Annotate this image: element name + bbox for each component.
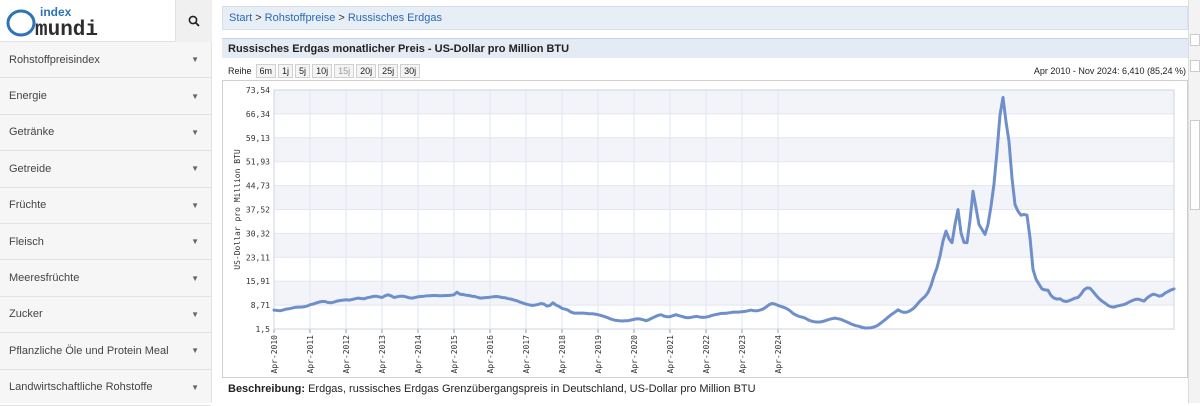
x-tick-label: Apr-2021: [666, 335, 675, 374]
y-tick-label: 23,11: [246, 253, 270, 262]
y-tick-label: 8,71: [251, 301, 270, 310]
sidebar-item[interactable]: Zucker ▼: [0, 297, 211, 334]
logo-top-text: index: [40, 5, 72, 19]
x-tick-label: Apr-2016: [486, 335, 495, 374]
sidebar-item[interactable]: Pflanzliche Öle und Protein Meal ▼: [0, 333, 211, 370]
range-button[interactable]: 25j: [378, 64, 399, 78]
y-axis-label: US-Dollar pro Million BTU: [233, 149, 242, 270]
sidebar-item-label: Energie: [9, 90, 47, 103]
chevron-down-icon: ▼: [191, 55, 199, 65]
x-tick-label: Apr-2019: [594, 335, 603, 374]
range-selector: Reihe 6m 1j 5j 10j 15j 20j 25j 30j: [228, 64, 422, 78]
range-button[interactable]: 1j: [278, 64, 294, 78]
sidebar-nav: Rohstoffpreisindex ▼ Energie ▼ Getränke ▼ Getr…: [0, 42, 211, 406]
breadcrumb-separator: >: [255, 12, 262, 24]
sidebar-item-label: Fleisch: [9, 235, 44, 248]
sidebar-item[interactable]: Getränke ▼: [0, 115, 211, 152]
y-tick-label: 1,5: [256, 325, 271, 334]
breadcrumb-current[interactable]: Russisches Erdgas: [348, 12, 442, 24]
search-button[interactable]: [175, 0, 212, 42]
x-tick-label: Apr-2015: [450, 335, 459, 374]
sidebar-item[interactable]: Fleisch ▼: [0, 224, 211, 261]
logo-bottom-text: mundi: [35, 19, 98, 38]
sidebar-item-label: Früchte: [9, 199, 47, 212]
chevron-down-icon: ▼: [191, 273, 199, 283]
x-tick-label: Apr-2010: [270, 335, 279, 374]
range-button[interactable]: 30j: [400, 64, 421, 78]
x-tick-label: Apr-2020: [630, 335, 639, 374]
scroll-thumb[interactable]: [1190, 120, 1200, 210]
y-tick-label: 73,54: [246, 86, 270, 95]
breadcrumb-separator: >: [338, 12, 345, 24]
y-tick-label: 66,34: [246, 110, 270, 119]
grid-band: [274, 185, 1174, 210]
range-button[interactable]: 5j: [295, 64, 311, 78]
sidebar-item-label: Rohstoffpreisindex: [9, 53, 100, 66]
x-tick-label: Apr-2011: [306, 335, 315, 374]
breadcrumb: Start > Rohstoffpreise > Russisches Erdg…: [222, 6, 1188, 30]
sidebar-item-label: Zucker: [9, 308, 43, 321]
grid-band: [274, 233, 1174, 258]
search-icon: [188, 15, 200, 27]
sidebar-item[interactable]: Früchte ▼: [0, 188, 211, 224]
x-tick-label: Apr-2014: [414, 335, 423, 374]
period-summary: Apr 2010 - Nov 2024: 6,410 (85,24 %): [1033, 66, 1186, 76]
sidebar-item-label: Pflanzliche Öle und Protein Meal: [9, 344, 169, 357]
y-tick-label: 30,32: [246, 229, 270, 238]
range-button[interactable]: 15j: [334, 64, 355, 78]
x-tick-label: Apr-2017: [522, 335, 531, 374]
y-tick-label: 15,91: [246, 277, 270, 286]
chevron-down-icon: ▼: [191, 200, 199, 210]
chevron-down-icon: ▼: [191, 382, 199, 392]
grid-band: [274, 137, 1174, 162]
x-tick-label: Apr-2012: [342, 335, 351, 374]
main-content: Start > Rohstoffpreise > Russisches Erdg…: [222, 0, 1188, 403]
sidebar-item-label: Getreide: [9, 162, 52, 175]
chart-title: Russisches Erdgas monatlicher Preis - US…: [222, 38, 1188, 58]
chevron-down-icon: ▼: [191, 91, 199, 101]
price-chart: 1,5 8,71 15,91 23,11 30,32 37,52 44,73 51,93 59,…: [222, 80, 1188, 378]
scroll-widget[interactable]: [1190, 34, 1200, 46]
price-chart-svg: 1,5 8,71 15,91 23,11 30,32 37,52 44,73 51,93 59,…: [233, 86, 1176, 374]
chevron-down-icon: ▼: [191, 309, 199, 319]
indexmundi-logo[interactable]: index mundi: [6, 4, 116, 38]
sidebar-item[interactable]: Getreide ▼: [0, 151, 211, 188]
x-tick-label: Apr-2022: [702, 335, 711, 374]
chevron-down-icon: ▼: [191, 164, 199, 174]
right-scrollbar[interactable]: [1188, 0, 1200, 403]
range-button[interactable]: 10j: [312, 64, 333, 78]
sidebar-item-label: Meeresfrüchte: [9, 272, 80, 285]
sidebar-item[interactable]: Energie ▼: [0, 78, 211, 115]
sidebar-item-label: Landwirtschaftliche Rohstoffe: [9, 381, 153, 394]
sidebar: index mundi Rohstoffpreisindex ▼ Energie ▼ G…: [0, 0, 212, 406]
y-tick-label: 59,13: [246, 134, 270, 143]
x-tick-label: Apr-2013: [378, 335, 387, 374]
chevron-down-icon: ▼: [191, 127, 199, 137]
sidebar-item[interactable]: Rohstoffpreisindex ▼: [0, 42, 211, 79]
chevron-down-icon: ▼: [191, 346, 199, 356]
scroll-widget[interactable]: [1190, 60, 1200, 72]
description-label: Beschreibung:: [228, 383, 306, 395]
x-tick-label: Apr-2023: [738, 335, 747, 374]
breadcrumb-rohstoffpreise-link[interactable]: Rohstoffpreise: [265, 12, 336, 24]
chevron-down-icon: ▼: [191, 237, 199, 247]
range-label: Reihe: [228, 66, 252, 76]
y-tick-label: 51,93: [246, 158, 270, 167]
x-tick-label: Apr-2018: [558, 335, 567, 374]
range-buttons: 6m 1j 5j 10j 15j 20j 25j 30j: [255, 64, 423, 78]
breadcrumb-start-link[interactable]: Start: [229, 12, 252, 24]
y-tick-label: 37,52: [246, 206, 270, 215]
x-tick-label: Apr-2024: [774, 335, 783, 374]
range-button[interactable]: 20j: [356, 64, 377, 78]
range-button[interactable]: 6m: [255, 64, 277, 78]
sidebar-item[interactable]: Landwirtschaftliche Rohstoffe ▼: [0, 370, 211, 406]
logo-row: index mundi: [0, 0, 212, 42]
sidebar-item[interactable]: Meeresfrüchte ▼: [0, 260, 211, 297]
sidebar-item-label: Getränke: [9, 126, 55, 139]
description: Beschreibung: Erdgas, russisches Erdgas …: [228, 383, 756, 395]
description-text: Erdgas, russisches Erdgas Grenzübergangs…: [305, 383, 756, 395]
y-tick-label: 44,73: [246, 182, 270, 191]
grid-band: [274, 90, 1174, 114]
